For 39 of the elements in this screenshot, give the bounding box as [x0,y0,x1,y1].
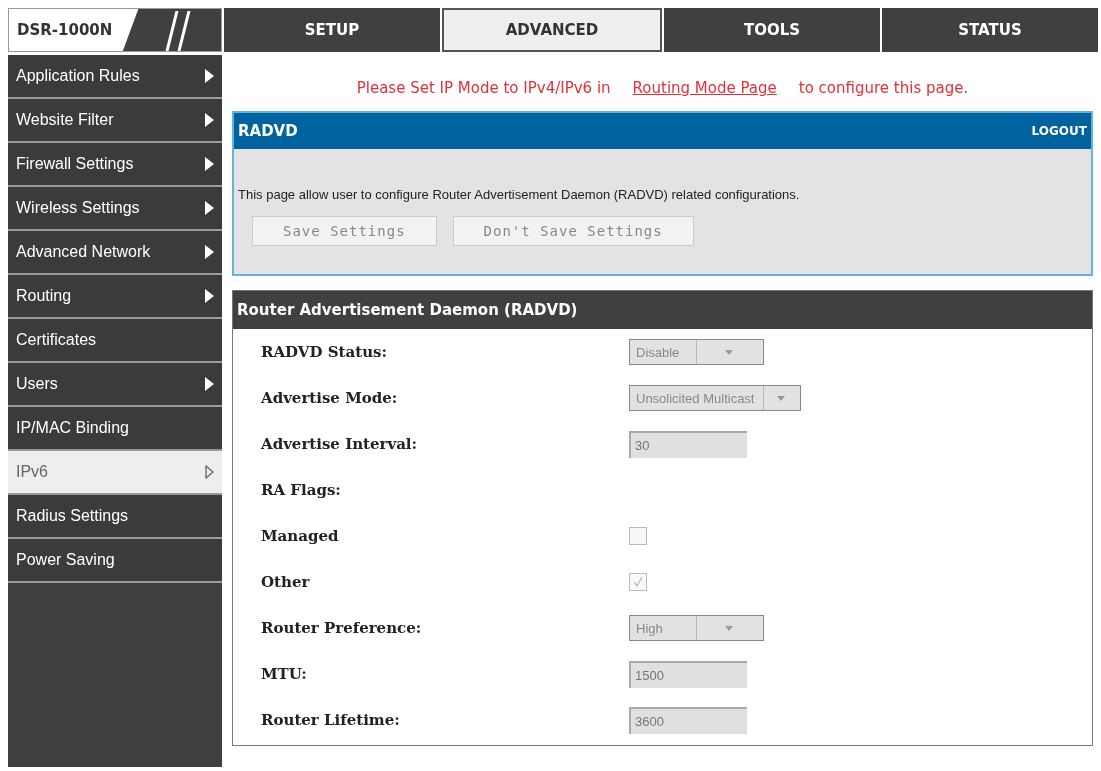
field-label: Router Lifetime: [261,711,401,729]
logo-badge: DSR-1000N [8,8,222,52]
check-icon [633,577,643,587]
panel-header: Router Advertisement Daemon (RADVD) [233,291,1092,329]
sidebar-item[interactable]: Wireless Settings [8,187,222,231]
nav-tab[interactable]: STATUS [882,8,1098,52]
field-label: RA Flags: [261,481,342,499]
field-label: Advertise Mode: [261,389,399,407]
panel-title: RADVD [238,122,298,140]
field-label: MTU: [261,665,308,683]
notice-text: Please Set IP Mode to IPv4/IPv6 in [356,79,611,97]
caret-icon [725,625,733,631]
sidebar-item[interactable]: Routing [8,275,222,319]
description-text: This page allow user to configure Router Advertisement Daemon (RADVD) related configurations. [237,186,801,202]
caret-icon [725,349,733,355]
nav-tab[interactable]: ADVANCED [442,8,662,52]
logout-link[interactable]: LOGOUT [1031,124,1087,138]
sidebar-item[interactable]: IP/MAC Binding [8,407,222,451]
sidebar-item[interactable]: Application Rules [8,55,222,99]
sidebar-item[interactable]: Users [8,363,222,407]
field-label: Router Preference: [261,619,423,637]
field-label: Advertise Interval: [261,435,419,453]
sidebar-item[interactable]: Firewall Settings [8,143,222,187]
routing-mode-link[interactable]: Routing Mode Page [632,79,777,97]
field-label: Other [261,573,311,591]
sidebar-item[interactable]: Advanced Network [8,231,222,275]
sidebar-item[interactable]: Power Saving [8,539,222,583]
sidebar-item[interactable]: Website Filter [8,99,222,143]
field-label: Managed [261,527,340,545]
nav-tab[interactable]: SETUP [224,8,440,52]
nav-tab[interactable]: TOOLS [664,8,880,52]
checkbox[interactable] [629,573,647,591]
notice-text: to configure this page. [798,79,969,97]
checkbox[interactable] [629,527,647,545]
field-label: RADVD Status: [261,343,388,361]
sidebar-item[interactable]: IPv6 [8,451,222,495]
sidebar-item[interactable]: Certificates [8,319,222,363]
sidebar-item[interactable]: Radius Settings [8,495,222,539]
caret-icon [776,395,785,401]
